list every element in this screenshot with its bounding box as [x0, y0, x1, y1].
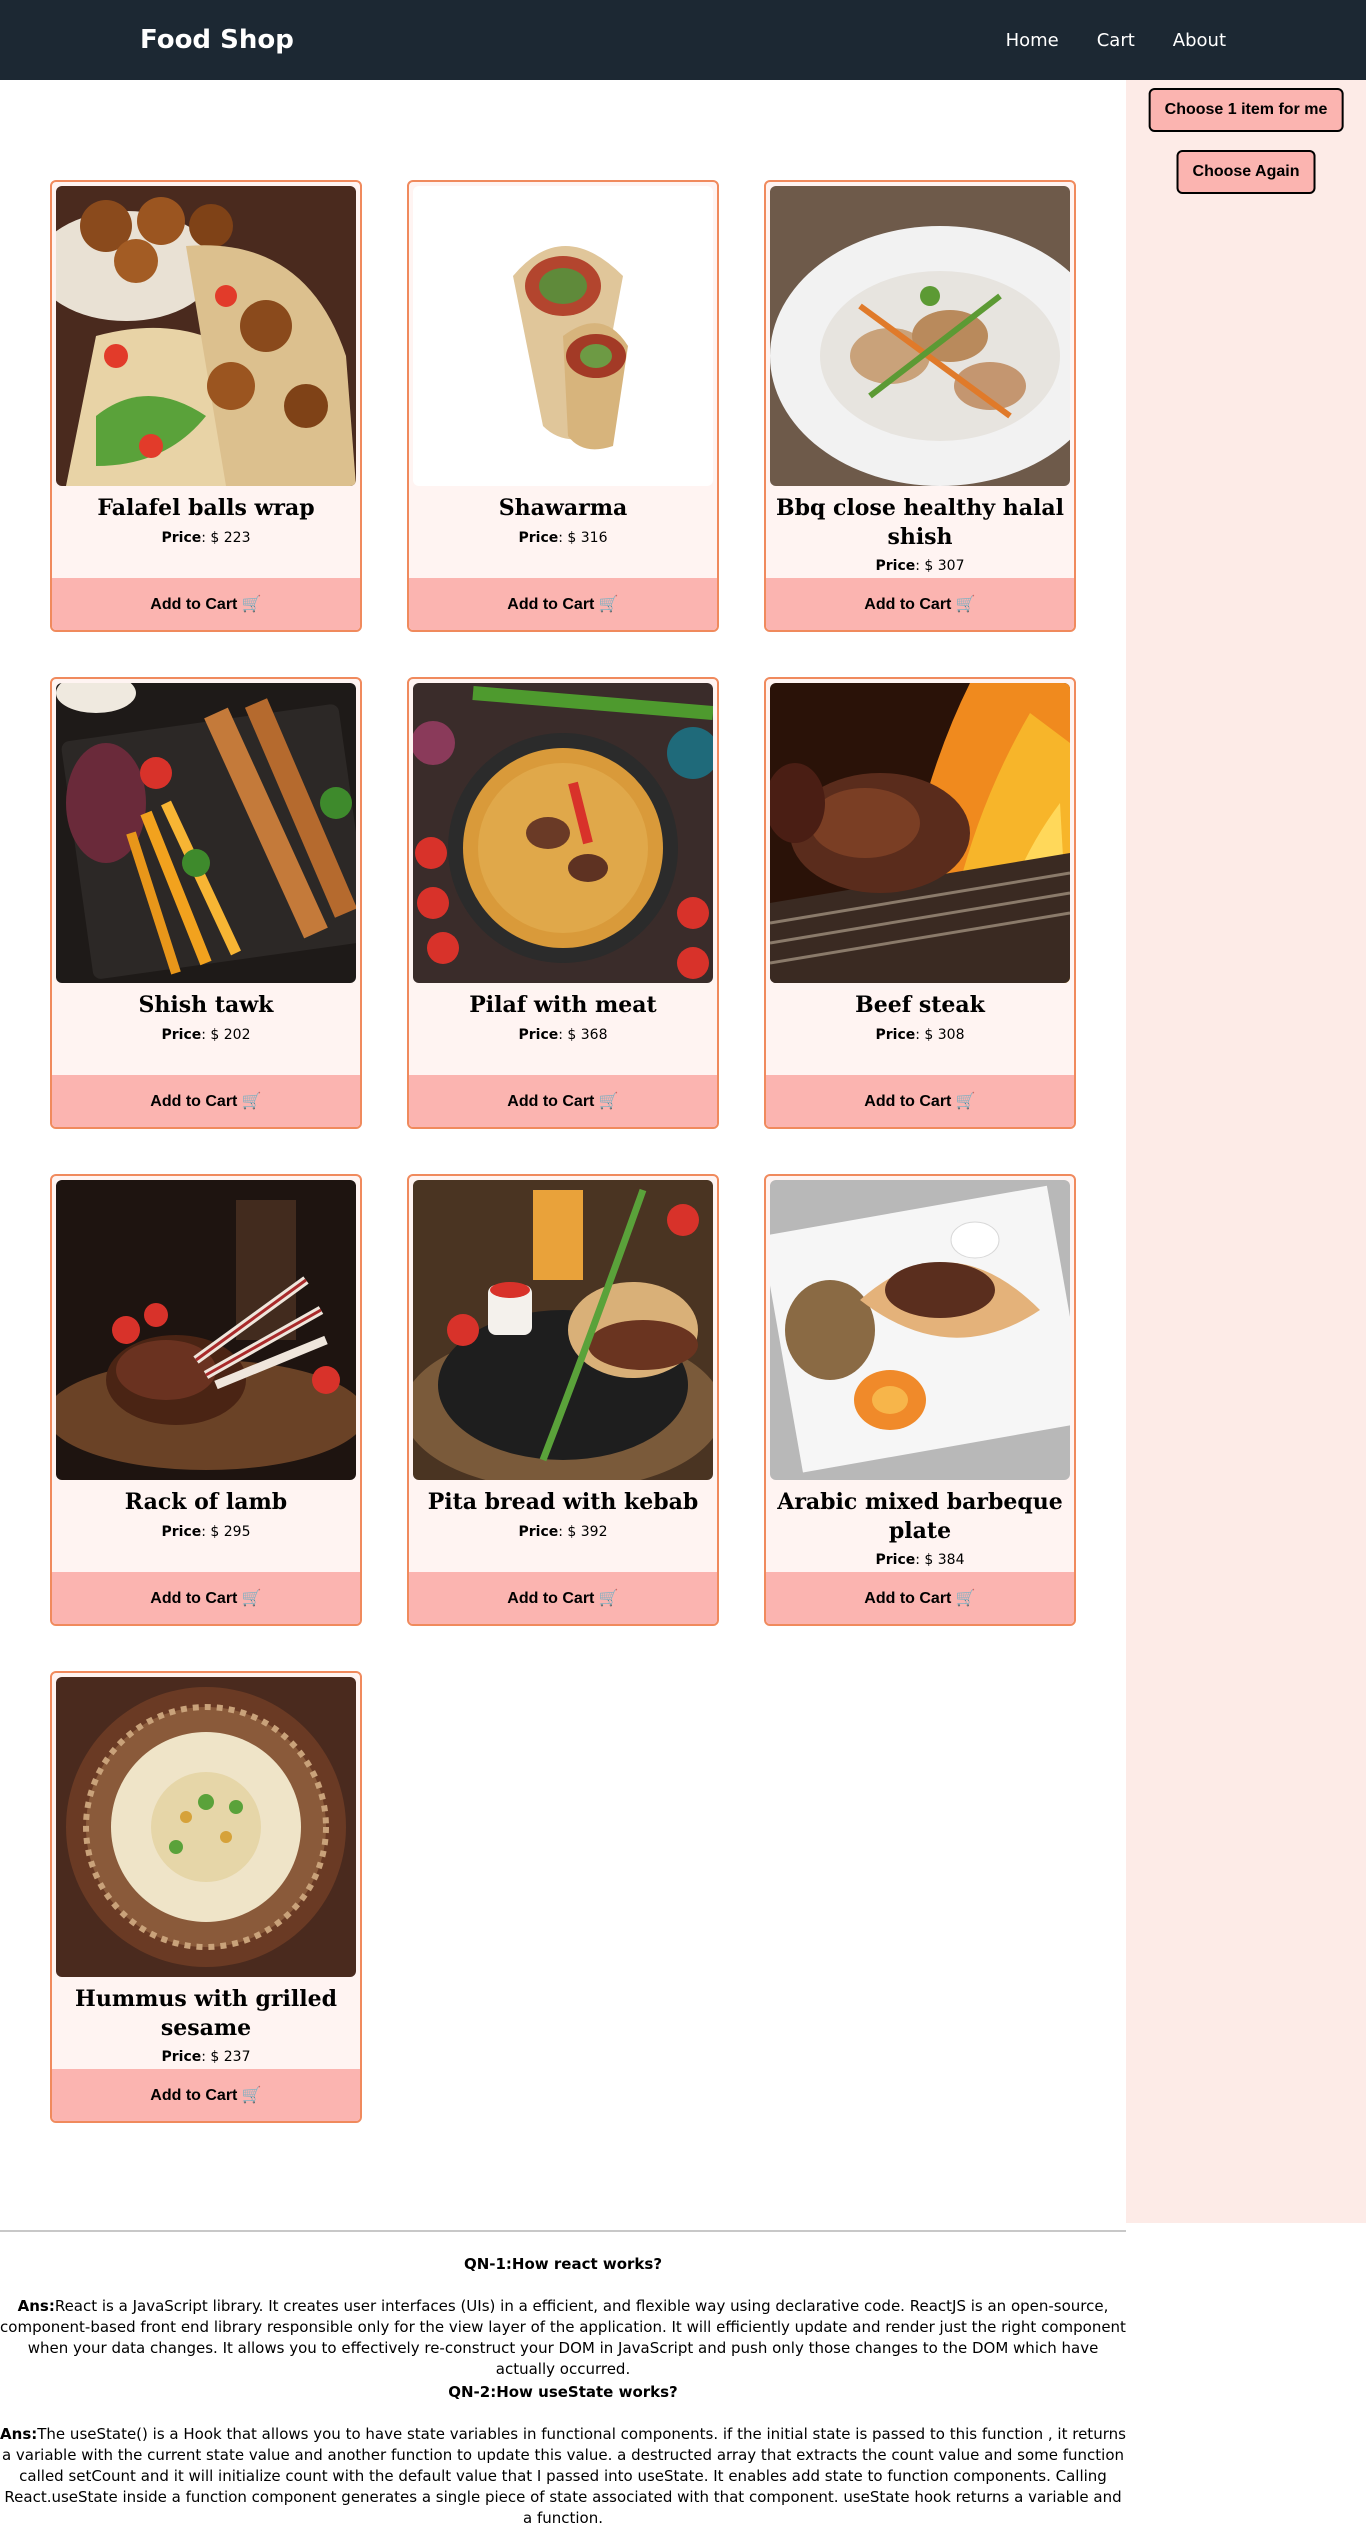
product-name: Arabic mixed barbeque plate [777, 1489, 1063, 1544]
add-to-cart-button[interactable]: Add to Cart 🛒 [52, 1075, 360, 1127]
section-divider [0, 2230, 1126, 2232]
add-to-cart-button[interactable]: Add to Cart 🛒 [766, 578, 1074, 630]
product-name: Rack of lamb [124, 1489, 288, 1515]
nav-about-link[interactable]: About [1173, 30, 1226, 51]
price-value: : $ 295 [201, 1524, 251, 1540]
answer-text: The useState() is a Hook that allows you… [1, 2425, 1126, 2523]
product-image [770, 186, 1070, 486]
product-price: Price: $ 202 [52, 1027, 360, 1043]
product-image [56, 683, 356, 983]
product-card: Hummus with grilled sesame Price: $ 237 … [50, 1671, 362, 2123]
product-name: Falafel balls wrap [97, 495, 315, 521]
price-label: Price [518, 530, 559, 546]
product-price: Price: $ 368 [409, 1027, 717, 1043]
product-card: Shish tawk Price: $ 202 Add to Cart 🛒 [50, 677, 362, 1129]
nav-home-link[interactable]: Home [1006, 30, 1059, 51]
question-title: QN-1:How react works? [463, 2255, 663, 2273]
product-price: Price: $ 392 [409, 1524, 717, 1540]
product-card: Pita bread with kebab Price: $ 392 Add t… [407, 1174, 719, 1626]
product-card: Arabic mixed barbeque plate Price: $ 384… [764, 1174, 1076, 1626]
product-price: Price: $ 237 [52, 2049, 360, 2065]
product-card: Shawarma Price: $ 316 Add to Cart 🛒 [407, 180, 719, 632]
product-image [413, 186, 713, 486]
product-card: Falafel balls wrap Price: $ 223 Add to C… [50, 180, 362, 632]
price-value: : $ 316 [558, 530, 608, 546]
product-price: Price: $ 295 [52, 1524, 360, 1540]
product-image [56, 1677, 356, 1977]
add-to-cart-button[interactable]: Add to Cart 🛒 [52, 1572, 360, 1624]
add-to-cart-button[interactable]: Add to Cart 🛒 [52, 578, 360, 630]
nav-cart-link[interactable]: Cart [1097, 30, 1135, 51]
price-value: : $ 223 [201, 530, 251, 546]
answer-label: Ans: [0, 2425, 38, 2443]
price-label: Price [161, 1524, 202, 1540]
price-value: : $ 308 [915, 1027, 965, 1043]
price-label: Price [161, 530, 202, 546]
brand-logo[interactable]: Food Shop [140, 0, 294, 80]
question-2: QN-2:How useState works? [0, 2382, 1126, 2403]
product-name: Pilaf with meat [469, 992, 657, 1018]
answer-2: Ans:The useState() is a Hook that allows… [0, 2424, 1126, 2523]
price-label: Price [875, 1552, 916, 1568]
product-card: Pilaf with meat Price: $ 368 Add to Cart… [407, 677, 719, 1129]
product-name: Pita bread with kebab [427, 1489, 699, 1515]
product-card: Bbq close healthy halal shish Price: $ 3… [764, 180, 1076, 632]
price-value: : $ 237 [201, 2049, 251, 2065]
price-value: : $ 202 [201, 1027, 251, 1043]
product-price: Price: $ 308 [766, 1027, 1074, 1043]
add-to-cart-button[interactable]: Add to Cart 🛒 [409, 1572, 717, 1624]
answer-1: Ans:React is a JavaScript library. It cr… [0, 2296, 1126, 2380]
add-to-cart-button[interactable]: Add to Cart 🛒 [409, 1075, 717, 1127]
price-value: : $ 384 [915, 1552, 965, 1568]
product-price: Price: $ 223 [52, 530, 360, 546]
price-label: Price [875, 558, 916, 574]
product-price: Price: $ 316 [409, 530, 717, 546]
navbar: Food Shop Home Cart About [0, 0, 1366, 80]
product-name: Shawarma [498, 495, 628, 521]
product-name: Shish tawk [138, 992, 274, 1018]
price-label: Price [161, 2049, 202, 2065]
price-value: : $ 307 [915, 558, 965, 574]
price-label: Price [518, 1027, 559, 1043]
answer-label: Ans: [17, 2297, 55, 2315]
add-to-cart-button[interactable]: Add to Cart 🛒 [766, 1572, 1074, 1624]
price-value: : $ 368 [558, 1027, 608, 1043]
product-image [770, 1180, 1070, 1480]
answer-text: React is a JavaScript library. It create… [0, 2297, 1126, 2378]
choose-one-button[interactable]: Choose 1 item for me [1148, 88, 1344, 132]
product-name: Bbq close healthy halal shish [776, 495, 1064, 550]
price-value: : $ 392 [558, 1524, 608, 1540]
product-card: Rack of lamb Price: $ 295 Add to Cart 🛒 [50, 1174, 362, 1626]
product-name: Hummus with grilled sesame [75, 1986, 337, 2041]
add-to-cart-button[interactable]: Add to Cart 🛒 [52, 2069, 360, 2121]
add-to-cart-button[interactable]: Add to Cart 🛒 [409, 578, 717, 630]
price-label: Price [518, 1524, 559, 1540]
product-card: Beef steak Price: $ 308 Add to Cart 🛒 [764, 677, 1076, 1129]
nav-links: Home Cart About [1006, 0, 1226, 80]
question-title: QN-2:How useState works? [448, 2383, 678, 2401]
question-1: QN-1:How react works? [0, 2254, 1126, 2275]
product-image [56, 186, 356, 486]
cart-sidebar: Choose 1 item for me Choose Again [1126, 80, 1366, 2223]
choose-again-button[interactable]: Choose Again [1176, 150, 1316, 194]
product-image [56, 1180, 356, 1480]
product-price: Price: $ 307 [766, 558, 1074, 574]
product-image [413, 683, 713, 983]
product-image [770, 683, 1070, 983]
product-name: Beef steak [855, 992, 985, 1018]
add-to-cart-button[interactable]: Add to Cart 🛒 [766, 1075, 1074, 1127]
price-label: Price [161, 1027, 202, 1043]
product-price: Price: $ 384 [766, 1552, 1074, 1568]
price-label: Price [875, 1027, 916, 1043]
product-image [413, 1180, 713, 1480]
